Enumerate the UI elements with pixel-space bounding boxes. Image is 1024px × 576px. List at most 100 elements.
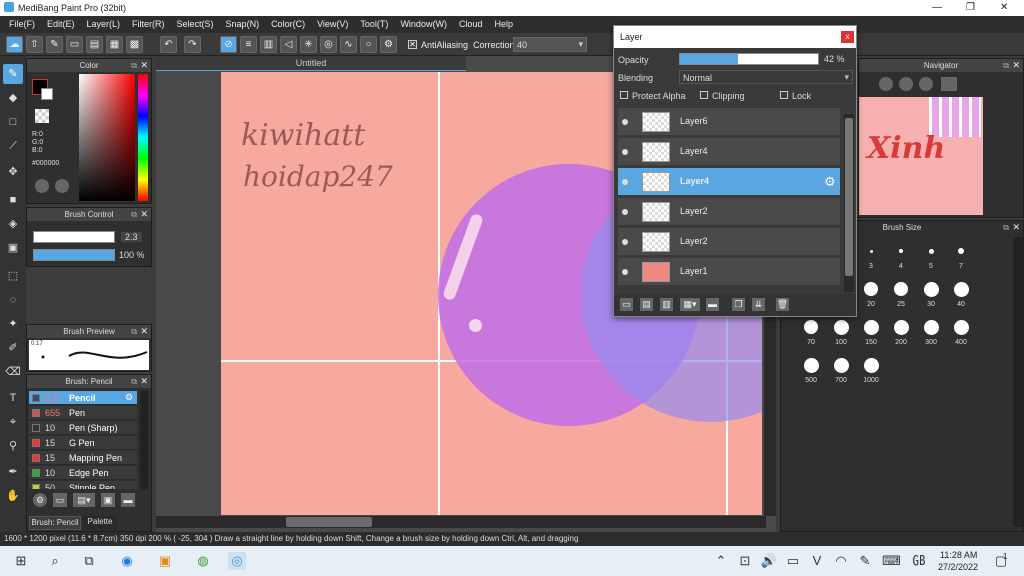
merge-layer-icon[interactable]: ⇊ bbox=[752, 298, 765, 311]
eye-icon[interactable] bbox=[622, 179, 628, 185]
layer-row[interactable]: Layer2 bbox=[618, 198, 840, 226]
snap-ellipse-icon[interactable]: ○ bbox=[360, 36, 377, 53]
brush-list-scrollbar[interactable] bbox=[140, 391, 148, 489]
undo-icon[interactable]: ↶ bbox=[160, 36, 177, 53]
undock-icon[interactable]: ⧉ bbox=[131, 59, 137, 72]
new-file-icon[interactable]: ▭ bbox=[66, 36, 83, 53]
brush-size-slider[interactable] bbox=[33, 231, 115, 243]
new-layer-1bit-icon[interactable]: ▥ bbox=[660, 298, 673, 311]
snap-circle-icon[interactable]: ◎ bbox=[320, 36, 337, 53]
snap-parallel-icon[interactable]: ≡ bbox=[240, 36, 257, 53]
brush-size-option[interactable]: 30 bbox=[917, 281, 945, 308]
close-icon[interactable]: ✕ bbox=[140, 59, 148, 72]
text-tool-icon[interactable]: T bbox=[3, 388, 23, 408]
comment-icon[interactable]: ✎ bbox=[46, 36, 63, 53]
layer-row[interactable]: Layer2 bbox=[618, 228, 840, 256]
redo-icon[interactable]: ↷ bbox=[184, 36, 201, 53]
transparent-color-swatch[interactable] bbox=[35, 109, 49, 123]
menu-item-10[interactable]: Cloud bbox=[454, 16, 488, 33]
move-tool-icon[interactable]: ✥ bbox=[3, 162, 23, 182]
clock-date[interactable]: 27/2/2022 bbox=[938, 562, 978, 572]
close-button[interactable]: ✕ bbox=[1000, 2, 1008, 13]
eraser-tool-icon[interactable]: ◆ bbox=[3, 88, 23, 108]
keyboard-icon[interactable]: ⌨ bbox=[882, 552, 901, 570]
brush-size-option[interactable]: 3 bbox=[857, 243, 885, 270]
chevron-up-icon[interactable]: ⌃ bbox=[712, 552, 730, 570]
brush-tool-icon[interactable]: ✎ bbox=[3, 64, 23, 84]
brush-list-item[interactable]: 15 Mapping Pen bbox=[29, 451, 137, 465]
blending-select[interactable]: Normal ▾ bbox=[679, 70, 853, 84]
brush-size-option[interactable]: 700 bbox=[827, 357, 855, 384]
brush-size-option[interactable]: 150 bbox=[857, 319, 885, 346]
correction-select[interactable]: 40 ▾ bbox=[513, 37, 587, 52]
open-file-icon[interactable]: ▤ bbox=[86, 36, 103, 53]
brush-copy-icon[interactable]: ▣ bbox=[101, 493, 115, 507]
undock-icon[interactable]: ⧉ bbox=[131, 208, 137, 221]
snap-grid-icon[interactable]: ▥ bbox=[260, 36, 277, 53]
brush-list-item[interactable]: 15 G Pen bbox=[29, 436, 137, 450]
shape-tool-icon[interactable]: ⟋ bbox=[3, 136, 23, 156]
brush-size-option[interactable]: 40 bbox=[947, 281, 975, 308]
brush-size-option[interactable]: 70 bbox=[797, 319, 825, 346]
eye-icon[interactable] bbox=[622, 269, 628, 275]
brush-list-item[interactable]: 655 Pen bbox=[29, 406, 137, 420]
divide-tool-icon[interactable]: ⌖ bbox=[3, 412, 23, 432]
brush-size-option[interactable]: 200 bbox=[887, 319, 915, 346]
edge-browser-icon[interactable]: ◉ bbox=[118, 552, 136, 570]
hand-tool-icon[interactable]: ✋ bbox=[3, 486, 23, 506]
menu-item-7[interactable]: View(V) bbox=[312, 16, 353, 33]
fill-rect-tool-icon[interactable]: ■ bbox=[3, 190, 23, 210]
brush-size-option[interactable]: 500 bbox=[797, 357, 825, 384]
windows-start-icon[interactable]: ⊞ bbox=[12, 552, 30, 570]
vpn-icon[interactable]: V bbox=[808, 552, 826, 570]
menu-item-11[interactable]: Help bbox=[489, 16, 518, 33]
undock-icon[interactable]: ⧉ bbox=[131, 325, 137, 338]
snap-off-icon[interactable]: ⊘ bbox=[220, 36, 237, 53]
layer-row[interactable]: Layer6 bbox=[618, 108, 840, 136]
opacity-slider[interactable] bbox=[679, 53, 819, 65]
chrome-app-icon[interactable]: ◍ bbox=[194, 552, 212, 570]
brush-size-option[interactable]: 7 bbox=[947, 243, 975, 270]
maximize-button[interactable]: ❐ bbox=[966, 2, 975, 13]
search-icon[interactable]: ⌕ bbox=[46, 552, 64, 570]
undock-icon[interactable]: ⧉ bbox=[1003, 221, 1009, 234]
menu-item-9[interactable]: Window(W) bbox=[395, 16, 452, 33]
layer-row[interactable]: Layer4 ⚙ bbox=[618, 168, 840, 196]
delete-layer-icon[interactable]: 🗑 bbox=[776, 298, 789, 311]
brush-size-scrollbar[interactable] bbox=[1013, 237, 1023, 527]
magic-wand-tool-icon[interactable]: ✦ bbox=[3, 314, 23, 334]
layer-window-close-icon[interactable]: x bbox=[841, 31, 854, 43]
bucket-tool-icon[interactable]: ◈ bbox=[3, 214, 23, 234]
brush-size-option[interactable]: 5 bbox=[917, 243, 945, 270]
menu-item-3[interactable]: Filter(R) bbox=[127, 16, 170, 33]
lock-checkbox[interactable] bbox=[780, 91, 788, 99]
snap-radial-icon[interactable]: ✳ bbox=[300, 36, 317, 53]
dot-tool-icon[interactable]: □ bbox=[3, 112, 23, 132]
battery-icon[interactable]: ▭ bbox=[784, 552, 802, 570]
select-pen-tool-icon[interactable]: ✐ bbox=[3, 338, 23, 358]
store-icon[interactable]: ▣ bbox=[156, 552, 174, 570]
new-layer-8bit-icon[interactable]: ▤ bbox=[640, 298, 653, 311]
zoom-in-icon[interactable] bbox=[879, 77, 893, 91]
close-icon[interactable]: ✕ bbox=[1012, 59, 1020, 72]
snap-curve-icon[interactable]: ∿ bbox=[340, 36, 357, 53]
task-view-icon[interactable]: ⧉ bbox=[80, 552, 98, 570]
eyedropper-tool-icon[interactable]: ⚲ bbox=[3, 436, 23, 456]
layer-list-scrollbar[interactable] bbox=[844, 114, 854, 292]
lasso-tool-icon[interactable]: ◌ bbox=[3, 290, 23, 310]
navigator-thumbnail[interactable]: Xinh bbox=[859, 97, 983, 215]
background-color-swatch[interactable] bbox=[41, 88, 53, 100]
brush-size-option[interactable]: 400 bbox=[947, 319, 975, 346]
upload-icon[interactable]: ⇧ bbox=[26, 36, 43, 53]
snap-perspective-icon[interactable]: ◁ bbox=[280, 36, 297, 53]
brush-folder-icon[interactable]: ▬ bbox=[121, 493, 135, 507]
menu-item-8[interactable]: Tool(T) bbox=[355, 16, 393, 33]
close-icon[interactable]: ✕ bbox=[140, 208, 148, 221]
pen-workspace-icon[interactable]: ✎ bbox=[856, 552, 874, 570]
color-wheel-icon[interactable] bbox=[35, 179, 49, 193]
add-brush-icon[interactable]: ▤▾ bbox=[73, 493, 95, 507]
menu-item-2[interactable]: Layer(L) bbox=[82, 16, 126, 33]
volume-icon[interactable]: 🔊 bbox=[760, 552, 778, 570]
fit-screen-icon[interactable] bbox=[899, 77, 913, 91]
flip-icon[interactable] bbox=[941, 77, 957, 91]
